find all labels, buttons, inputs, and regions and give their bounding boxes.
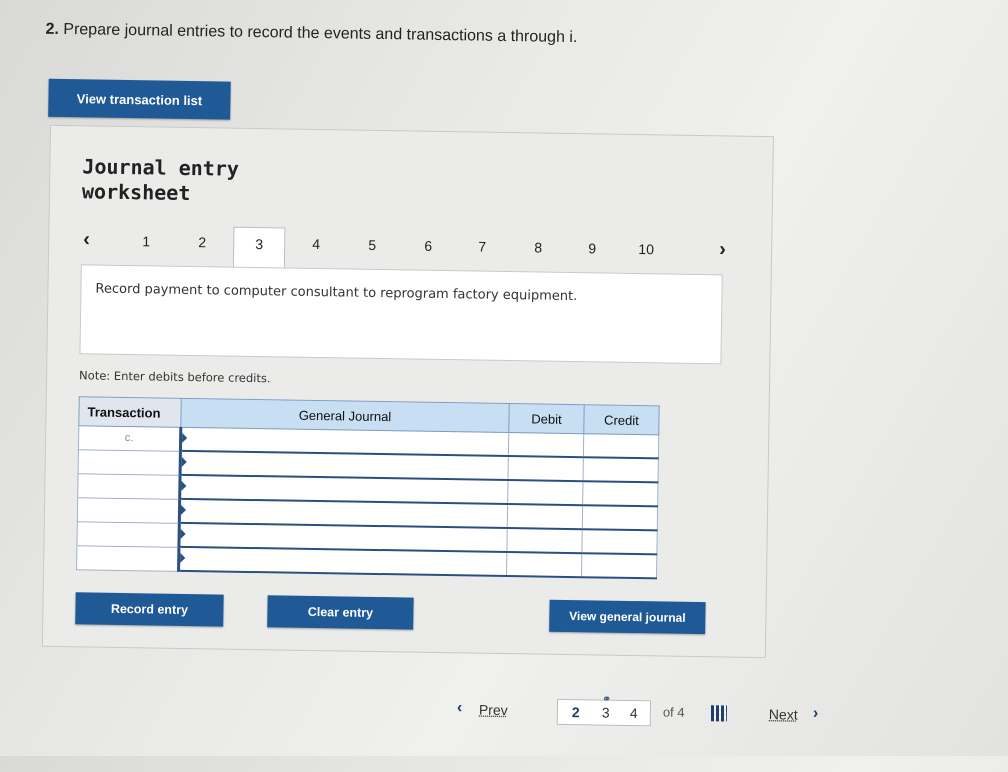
dropdown-caret-icon bbox=[180, 504, 187, 515]
tab-3[interactable]: 3 bbox=[232, 226, 286, 270]
general-journal-select[interactable] bbox=[178, 546, 507, 577]
credit-input[interactable] bbox=[583, 433, 659, 459]
prev-link[interactable]: Prev bbox=[479, 702, 508, 718]
question-prompt: 2. Prepare journal entries to record the… bbox=[45, 21, 745, 50]
transaction-cell bbox=[77, 473, 181, 499]
previous-tab-chevron-icon[interactable]: ‹ bbox=[83, 228, 90, 251]
debit-input[interactable] bbox=[508, 456, 584, 482]
transaction-cell bbox=[76, 521, 180, 547]
view-transaction-list-button[interactable]: View transaction list bbox=[48, 78, 231, 120]
page-selector: 2 ⚭ 3 4 bbox=[556, 694, 652, 727]
tab-1[interactable]: 1 bbox=[131, 233, 161, 249]
credit-input[interactable] bbox=[581, 553, 657, 579]
transaction-cell bbox=[76, 545, 179, 571]
transaction-description: Record payment to computer consultant to… bbox=[95, 281, 578, 305]
entry-note: Note: Enter debits before credits. bbox=[79, 368, 271, 386]
page-total: of 4 bbox=[662, 704, 685, 720]
journal-entry-table: Transaction General Journal Debit Credit… bbox=[76, 396, 660, 580]
screen: 2. Prepare journal entries to record the… bbox=[0, 0, 1008, 772]
question-number: 2. bbox=[45, 20, 60, 38]
tab-2[interactable]: 2 bbox=[187, 234, 217, 250]
credit-input[interactable] bbox=[583, 457, 659, 483]
prev-chevron-icon[interactable]: ‹ bbox=[457, 699, 463, 717]
tab-8[interactable]: 8 bbox=[523, 239, 553, 255]
tab-10[interactable]: 10 bbox=[631, 241, 661, 257]
dropdown-caret-icon bbox=[181, 456, 187, 467]
debit-input[interactable] bbox=[506, 552, 582, 578]
debit-input[interactable] bbox=[507, 504, 583, 530]
tab-6[interactable]: 6 bbox=[413, 238, 443, 254]
page-2-link[interactable]: 2 bbox=[572, 704, 580, 720]
credit-input[interactable] bbox=[582, 481, 659, 507]
debit-input[interactable] bbox=[507, 480, 584, 506]
next-chevron-icon[interactable]: › bbox=[813, 705, 819, 723]
transaction-description-box: Record payment to computer consultant to… bbox=[79, 264, 723, 365]
next-link[interactable]: Next bbox=[769, 706, 798, 722]
debit-column-header: Debit bbox=[508, 403, 585, 434]
transaction-cell bbox=[77, 497, 180, 523]
pagination-bar: ‹ Prev 2 ⚭ 3 4 of 4 Next › bbox=[457, 694, 837, 733]
grid-view-icon[interactable] bbox=[710, 705, 728, 722]
tab-4[interactable]: 4 bbox=[301, 236, 331, 252]
page-4-link[interactable]: 4 bbox=[630, 705, 638, 721]
credit-input[interactable] bbox=[581, 529, 658, 555]
dropdown-caret-icon bbox=[180, 552, 186, 563]
view-general-journal-button[interactable]: View general journal bbox=[549, 599, 706, 635]
worksheet-title: Journal entry worksheet bbox=[81, 154, 240, 206]
transaction-column-header: Transaction bbox=[78, 396, 182, 428]
debit-input[interactable] bbox=[508, 432, 584, 458]
record-entry-button[interactable]: Record entry bbox=[75, 592, 224, 627]
dropdown-caret-icon bbox=[182, 432, 188, 443]
tab-9[interactable]: 9 bbox=[577, 240, 607, 256]
dropdown-caret-icon bbox=[181, 480, 187, 491]
clear-entry-button[interactable]: Clear entry bbox=[267, 595, 414, 630]
transaction-cell bbox=[78, 449, 181, 475]
credit-column-header: Credit bbox=[583, 404, 660, 435]
credit-input[interactable] bbox=[582, 505, 658, 531]
journal-entry-worksheet-panel: Journal entry worksheet ‹ 1 2 3 4 5 6 7 … bbox=[41, 124, 774, 659]
tab-5[interactable]: 5 bbox=[357, 237, 387, 253]
debit-input[interactable] bbox=[506, 528, 583, 554]
page-3-current: 3 bbox=[601, 704, 610, 721]
transaction-cell: c. bbox=[78, 425, 181, 451]
dropdown-caret-icon bbox=[180, 528, 186, 539]
question-text: Prepare journal entries to record the ev… bbox=[63, 20, 578, 47]
tab-7[interactable]: 7 bbox=[467, 238, 497, 255]
next-tab-chevron-icon[interactable]: › bbox=[719, 238, 726, 261]
